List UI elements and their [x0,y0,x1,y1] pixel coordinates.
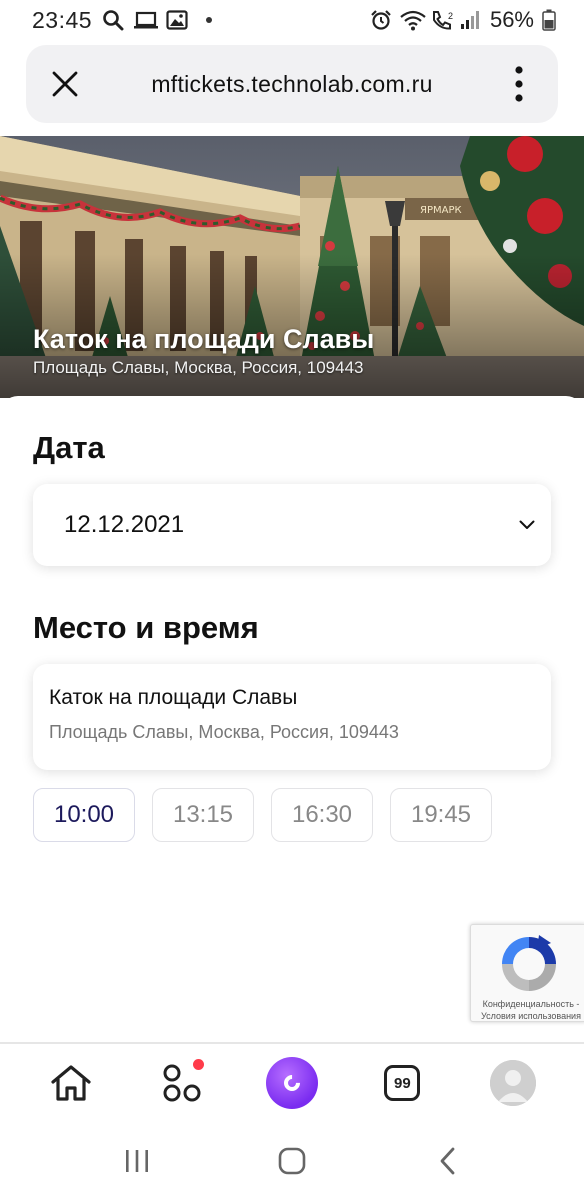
svg-text:2: 2 [448,11,453,21]
recents-icon [126,1150,149,1172]
nav-services-button[interactable] [152,1053,212,1113]
venue-card[interactable]: Каток на площади Славы Площадь Славы, Мо… [33,664,551,770]
volte-call-icon: 2 [430,9,453,31]
nav-99-button[interactable]: 99 [372,1053,432,1113]
venue-section-title: Место и время [33,610,259,645]
signal-icon [460,9,482,31]
browser-menu-button[interactable] [480,45,558,123]
recaptcha-separator: - [573,999,580,1009]
hero-subtitle: Площадь Славы, Москва, Россия, 109443 [33,358,364,377]
bottom-navigation: 99 [0,1044,584,1122]
status-bar: 23:45 2 56% [0,0,584,40]
chevron-down-icon [519,520,535,529]
recaptcha-terms-link[interactable]: Условия использования [481,1011,581,1021]
hero-title: Каток на площади Славы [33,324,375,354]
time-slots: 10:00 13:15 16:30 19:45 [33,788,492,842]
home-circle-icon [278,1147,306,1175]
battery-icon [542,9,564,31]
date-section-title: Дата [33,430,105,465]
laptop-icon [134,9,159,31]
status-right: 2 56% [370,7,564,33]
status-time: 23:45 [32,6,93,33]
time-slot-button[interactable]: 13:15 [152,788,254,842]
wifi-icon [400,9,426,31]
time-slot-button[interactable]: 10:00 [33,788,135,842]
profile-avatar [489,1060,536,1106]
screen: 23:45 2 56% mftickets.technolab.com.ru К… [0,0,584,1200]
nav-home-button[interactable] [41,1053,101,1113]
system-back-button[interactable] [417,1131,477,1191]
time-slot-button[interactable]: 16:30 [271,788,373,842]
notification-dot [192,1059,204,1070]
nav-profile-button[interactable] [483,1053,543,1113]
alice-icon [265,1057,318,1109]
recents-button[interactable] [107,1131,167,1191]
system-home-button[interactable] [262,1131,322,1191]
alarm-icon [370,9,392,31]
browser-url-bar: mftickets.technolab.com.ru [26,45,558,123]
venue-address: Площадь Славы, Москва, Россия, 109443 [49,722,399,742]
close-tab-button[interactable] [26,45,104,123]
status-left: 23:45 [32,6,213,34]
close-icon [52,71,78,97]
nav-alice-button[interactable] [262,1053,322,1113]
more-vertical-icon [515,66,523,102]
99-icon: 99 [384,1065,421,1101]
selected-date: 12.12.2021 [64,511,185,538]
recaptcha-badge[interactable]: Конфиденциальность - Условия использован… [470,924,584,1022]
recaptcha-privacy-link[interactable]: Конфиденциальность [483,999,574,1009]
url-text[interactable]: mftickets.technolab.com.ru [104,71,480,98]
dot-icon [206,17,213,23]
back-icon [440,1147,455,1175]
services-icon [163,1064,201,1102]
home-icon [51,1065,91,1101]
image-icon [166,9,188,31]
recaptcha-icon [502,935,556,991]
system-navigation [0,1122,584,1200]
time-slot-button[interactable]: 19:45 [390,788,492,842]
search-icon [102,9,124,31]
venue-name: Каток на площади Славы [49,686,298,709]
date-select[interactable]: 12.12.2021 [33,484,551,566]
hero-banner: ЯРМАРК [0,136,584,398]
recaptcha-links[interactable]: Конфиденциальность - Условия использован… [475,998,584,1022]
battery-percent: 56% [489,7,534,32]
